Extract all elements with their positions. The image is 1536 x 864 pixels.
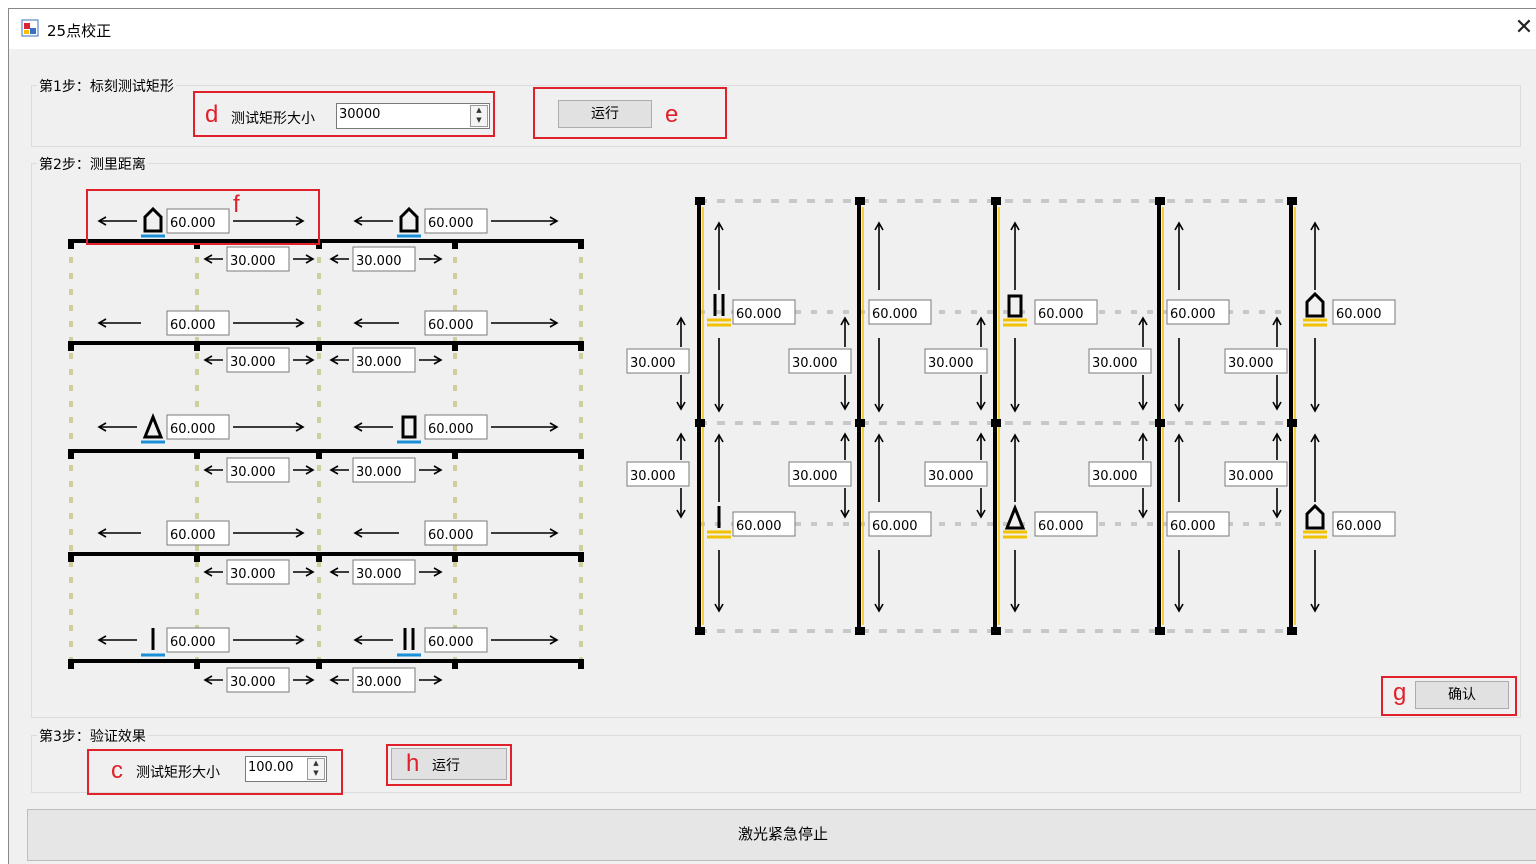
step3-label: 第3步：验证效果 [37, 726, 148, 746]
grid-tick [695, 419, 705, 427]
grid-tick [855, 627, 865, 635]
grid-tick [991, 627, 1001, 635]
grid-tick [695, 197, 705, 205]
short-distance-value: 30.000 [1092, 356, 1138, 371]
short-distance-value: 30.000 [1228, 356, 1274, 371]
short-distance-value: 30.000 [1092, 469, 1138, 484]
annotation-box-f [86, 189, 320, 245]
short-distance-value: 30.000 [630, 469, 676, 484]
grid-tick [991, 197, 1001, 205]
probe-marker-icon [1303, 503, 1327, 539]
grid-tick [695, 627, 705, 635]
long-distance-value: 60.000 [1038, 519, 1084, 534]
probe-marker-icon [707, 294, 731, 327]
long-distance-value: 60.000 [736, 519, 782, 534]
grid-tick [1287, 627, 1297, 635]
long-distance-value: 60.000 [1336, 307, 1382, 322]
probe-marker-icon [707, 506, 731, 539]
step3-run-button[interactable]: h 运行 [391, 748, 507, 780]
short-distance-value: 30.000 [792, 356, 838, 371]
step3-size-label: 测试矩形大小 [136, 765, 220, 781]
grid-tick [1287, 197, 1297, 205]
annotation-letter-f: f [233, 191, 240, 218]
long-distance-value: 60.000 [1170, 307, 1216, 322]
annotation-letter-h: h [406, 750, 420, 777]
grid-tick [855, 197, 865, 205]
grid-tick [1155, 627, 1165, 635]
long-distance-value: 60.000 [1170, 519, 1216, 534]
short-distance-value: 30.000 [792, 469, 838, 484]
confirm-button[interactable]: 确认 [1415, 681, 1509, 709]
long-distance-value: 60.000 [872, 519, 918, 534]
annotation-letter-c: c [111, 757, 123, 784]
step3-spinner[interactable]: ▲ ▼ [307, 758, 325, 780]
long-distance-value: 60.000 [736, 307, 782, 322]
short-distance-value: 30.000 [928, 356, 974, 371]
short-distance-value: 30.000 [1228, 469, 1274, 484]
spin-down-icon[interactable]: ▼ [308, 769, 324, 779]
short-distance-value: 30.000 [928, 469, 974, 484]
long-distance-value: 60.000 [872, 307, 918, 322]
grid-tick [1155, 419, 1165, 427]
spin-up-icon[interactable]: ▲ [308, 759, 324, 769]
grid-tick [1155, 197, 1165, 205]
short-distance-value: 30.000 [630, 356, 676, 371]
step3-run-label: 运行 [432, 758, 460, 774]
calibration-window: 25点校正 ✕ 第1步：标刻测试矩形 d 测试矩形大小 30000 ▲ ▼ 运行… [8, 8, 1536, 864]
grid-tick [991, 419, 1001, 427]
long-distance-value: 60.000 [1038, 307, 1084, 322]
grid-tick [1287, 419, 1297, 427]
probe-marker-icon [1303, 291, 1327, 327]
emergency-stop-button[interactable]: 激光紧急停止 [27, 809, 1536, 861]
long-distance-value: 60.000 [1336, 519, 1382, 534]
annotation-letter-g: g [1393, 679, 1407, 706]
grid-tick [855, 419, 865, 427]
